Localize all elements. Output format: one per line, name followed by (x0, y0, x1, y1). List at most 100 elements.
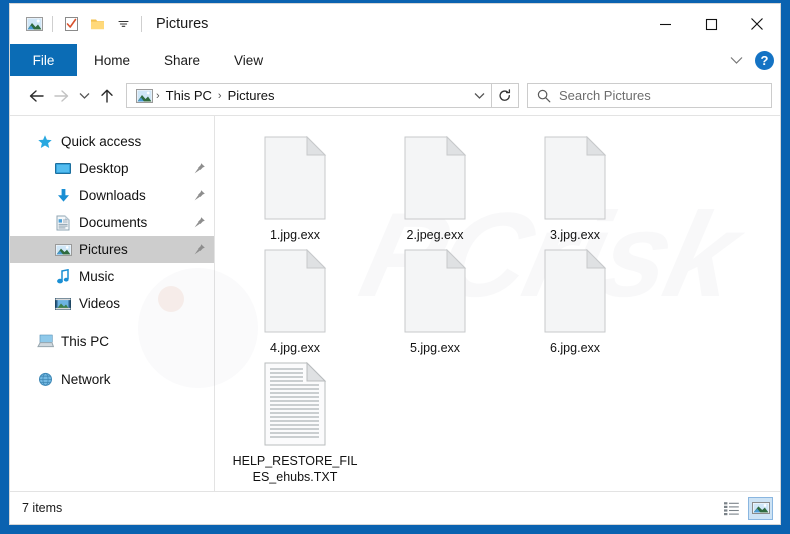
file-item[interactable]: 5.jpg.exx (365, 243, 505, 356)
document-icon (54, 214, 72, 232)
recent-locations-button[interactable] (74, 83, 94, 108)
download-icon (54, 187, 72, 205)
pictures-icon[interactable] (21, 11, 47, 37)
pin-icon[interactable] (193, 162, 206, 175)
file-item[interactable]: 3.jpg.exx (505, 130, 645, 243)
file-item[interactable]: 2.jpeg.exx (365, 130, 505, 243)
address-bar: › This PC › Pictures Search Pictures (10, 76, 780, 115)
video-icon (54, 295, 72, 313)
details-view-button[interactable] (719, 497, 744, 520)
sidebar-label: Videos (79, 296, 121, 311)
sidebar-gap-2 (10, 355, 214, 366)
music-icon (54, 268, 72, 286)
blank-file-icon (262, 135, 328, 220)
close-button[interactable] (734, 4, 780, 44)
tab-view[interactable]: View (217, 44, 280, 76)
blank-file-icon (262, 248, 328, 333)
sidebar-label: Downloads (79, 188, 146, 203)
sidebar-label: Pictures (79, 242, 128, 257)
sidebar-item-quick-access[interactable]: Quick access (10, 128, 214, 155)
star-icon (36, 133, 54, 151)
toolbar-separator-2 (141, 16, 142, 32)
file-grid: 1.jpg.exx 2.jpeg.exx 3.jpg.exx 4.jpg.exx… (225, 130, 780, 485)
sidebar-label: Music (79, 269, 115, 284)
breadcrumb-item-this-pc[interactable]: This PC (163, 88, 215, 103)
maximize-button[interactable] (688, 4, 734, 44)
pin-icon[interactable] (193, 243, 206, 256)
desktop-background: Pictures File Home Share View ? › This P… (0, 0, 790, 534)
tab-file[interactable]: File (10, 44, 77, 76)
tab-share[interactable]: Share (147, 44, 217, 76)
breadcrumb-pictures-icon (134, 88, 153, 103)
breadcrumb: › This PC › Pictures (127, 88, 278, 103)
file-item[interactable]: HELP_RESTORE_FILES_ehubs.TXT (225, 356, 365, 485)
text-file-icon (262, 361, 328, 446)
network-icon (36, 371, 54, 389)
ribbon-right-controls: ? (723, 44, 774, 76)
tab-home[interactable]: Home (77, 44, 147, 76)
file-name: 4.jpg.exx (269, 341, 321, 355)
file-list-pane[interactable]: PCrisk 1.jpg.exx (215, 116, 780, 491)
desktop-icon (54, 160, 72, 178)
chevron-down-icon[interactable] (723, 47, 749, 73)
ribbon-tab-bar: File Home Share View ? (10, 44, 780, 76)
sidebar-item-downloads[interactable]: Downloads (10, 182, 214, 209)
file-item[interactable]: 4.jpg.exx (225, 243, 365, 356)
blank-file-icon (542, 248, 608, 333)
sidebar-label: Documents (79, 215, 148, 230)
blank-file-icon (542, 135, 608, 220)
breadcrumb-bar[interactable]: › This PC › Pictures (126, 83, 492, 108)
sidebar-label: Network (61, 372, 111, 387)
explorer-body: Quick access Desktop Downloads Documents… (10, 115, 780, 524)
sidebar-item-pictures[interactable]: Pictures (10, 236, 214, 263)
status-bar: 7 items (10, 491, 780, 524)
view-mode-buttons (719, 496, 773, 520)
sidebar-label: Quick access (61, 134, 142, 149)
file-name: HELP_RESTORE_FILES_ehubs.TXT (232, 454, 358, 484)
sidebar-item-desktop[interactable]: Desktop (10, 155, 214, 182)
sidebar-item-documents[interactable]: Documents (10, 209, 214, 236)
minimize-button[interactable] (642, 4, 688, 44)
new-folder-icon[interactable] (84, 11, 110, 37)
quick-access-toolbar: Pictures (10, 11, 208, 37)
back-button[interactable] (24, 83, 49, 108)
help-icon[interactable]: ? (755, 50, 774, 70)
window-controls (642, 4, 780, 44)
properties-icon[interactable] (58, 11, 84, 37)
sidebar-gap-1 (10, 317, 214, 328)
pin-icon[interactable] (193, 216, 206, 229)
breadcrumb-separator-2: › (217, 89, 222, 102)
file-item[interactable]: 1.jpg.exx (225, 130, 365, 243)
breadcrumb-separator-1: › (156, 89, 160, 102)
up-button[interactable] (94, 83, 119, 108)
large-icons-view-button[interactable] (748, 496, 773, 520)
sidebar-item-music[interactable]: Music (10, 263, 214, 290)
file-item[interactable]: 6.jpg.exx (505, 243, 645, 356)
sidebar-item-this-pc[interactable]: This PC (10, 328, 214, 355)
sidebar-item-network[interactable]: Network (10, 366, 214, 393)
blank-file-icon (402, 135, 468, 220)
search-placeholder: Search Pictures (559, 88, 651, 103)
file-explorer-window: Pictures File Home Share View ? › This P… (9, 3, 781, 525)
file-name: 5.jpg.exx (409, 341, 461, 355)
sidebar-label: This PC (61, 334, 110, 349)
file-name: 2.jpeg.exx (406, 228, 464, 242)
file-name: 1.jpg.exx (269, 228, 321, 242)
pin-icon[interactable] (193, 189, 206, 202)
picture-icon (54, 241, 72, 259)
item-count: 7 items (22, 501, 63, 515)
file-name: 6.jpg.exx (549, 341, 601, 355)
window-title: Pictures (156, 16, 209, 32)
search-icon (537, 89, 551, 103)
forward-button[interactable] (49, 83, 74, 108)
sidebar-item-videos[interactable]: Videos (10, 290, 214, 317)
refresh-button[interactable] (492, 83, 519, 108)
toolbar-separator-1 (52, 16, 53, 32)
customize-dropdown-icon[interactable] (110, 11, 136, 37)
breadcrumb-dropdown-icon[interactable] (467, 84, 491, 107)
navigation-pane: Quick access Desktop Downloads Documents… (10, 116, 258, 491)
search-box[interactable]: Search Pictures (527, 83, 772, 108)
sidebar-label: Desktop (79, 161, 129, 176)
breadcrumb-item-pictures[interactable]: Pictures (225, 88, 278, 103)
file-name: 3.jpg.exx (549, 228, 601, 242)
